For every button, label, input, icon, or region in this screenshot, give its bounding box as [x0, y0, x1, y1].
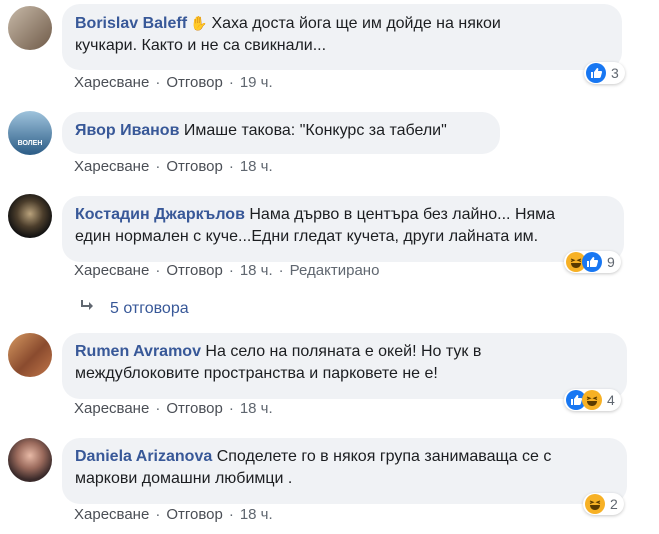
comment-actions: Харесване · Отговор · 18 ч. · Редактирано [74, 262, 379, 279]
dot-separator: · [228, 262, 234, 279]
comment-actions: Харесване · Отговор · 18 ч. [74, 158, 273, 175]
avatar-caption: ВОЛЕН [17, 140, 43, 147]
haha-reaction-icon [582, 390, 602, 410]
reply-link[interactable]: Отговор [166, 400, 223, 417]
comment-text: Имаше такова: "Конкурс за табели" [183, 122, 447, 139]
timestamp[interactable]: 18 ч. [240, 262, 273, 279]
avatar[interactable] [8, 438, 52, 482]
reaction-count: 2 [610, 496, 618, 512]
dot-separator: · [228, 158, 234, 175]
reaction-summary[interactable]: 2 [583, 493, 624, 515]
dot-separator: · [155, 158, 161, 175]
comment-text: Споделете го в някоя група занимаваща се… [216, 448, 552, 465]
comment-actions: Харесване · Отговор · 19 ч. [74, 74, 273, 91]
replies-count: 5 отговора [110, 299, 189, 317]
reply-link[interactable]: Отговор [166, 158, 223, 175]
reaction-count: 3 [611, 65, 619, 81]
dot-separator: · [155, 506, 161, 523]
timestamp[interactable]: 18 ч. [240, 400, 273, 417]
dot-separator: · [155, 74, 161, 91]
comment-author[interactable]: Rumen Avramov [75, 343, 201, 360]
reply-link[interactable]: Отговор [166, 506, 223, 523]
dot-separator: · [228, 400, 234, 417]
comment-text: Нама дърво в центъра без лайно... Няма [249, 206, 556, 223]
like-link[interactable]: Харесване [74, 74, 149, 91]
wave-hand-icon: ✋ [190, 15, 208, 31]
comment-author[interactable]: Явор Иванов [75, 122, 179, 139]
comment-author[interactable]: Borislav Baleff [75, 15, 187, 32]
avatar[interactable] [8, 6, 52, 50]
haha-reaction-icon [585, 494, 605, 514]
reaction-summary[interactable]: 3 [584, 62, 625, 84]
comment-text: На село на поляната е окей! Но тук в [205, 343, 482, 360]
comment-text: Хаха доста йога ще им дойде на някои [211, 15, 501, 32]
timestamp[interactable]: 19 ч. [240, 74, 273, 91]
reply-link[interactable]: Отговор [166, 262, 223, 279]
dot-separator: · [228, 74, 234, 91]
avatar[interactable] [8, 194, 52, 238]
comment-text-continued: маркови домашни любимци . [75, 470, 293, 487]
edited-label[interactable]: Редактирано [290, 262, 380, 279]
comment-bubble: Явор Иванов Имаше такова: "Конкурс за та… [62, 112, 500, 154]
like-link[interactable]: Харесване [74, 506, 149, 523]
dot-separator: · [278, 262, 284, 279]
like-link[interactable]: Харесване [74, 262, 149, 279]
comment-bubble: Rumen Avramov На село на поляната е окей… [62, 333, 627, 399]
reaction-summary[interactable]: 9 [564, 251, 621, 273]
comment-actions: Харесване · Отговор · 18 ч. [74, 400, 273, 417]
view-replies-link[interactable]: 5 отговора [80, 299, 189, 318]
like-reaction-icon [586, 63, 606, 83]
comment-text-continued: междублоковите пространства и парковете … [75, 365, 438, 382]
reply-arrow-icon [80, 299, 96, 318]
comment-author[interactable]: Daniela Arizanova [75, 448, 212, 465]
avatar[interactable]: ВОЛЕН [8, 111, 52, 155]
reaction-count: 9 [607, 254, 615, 270]
comment-actions: Харесване · Отговор · 18 ч. [74, 506, 273, 523]
comment-bubble: Костадин Джаркълов Нама дърво в центъра … [62, 196, 624, 262]
comment-text-continued: кучкари. Както и не са свикнали... [75, 37, 327, 54]
avatar[interactable] [8, 333, 52, 377]
comment-bubble: Daniela Arizanova Споделете го в някоя г… [62, 438, 627, 504]
reaction-summary[interactable]: 4 [564, 389, 621, 411]
comment-text-continued: един нормален с куче...Едни гледат кучет… [75, 228, 539, 245]
reaction-count: 4 [607, 392, 615, 408]
dot-separator: · [228, 506, 234, 523]
dot-separator: · [155, 262, 161, 279]
timestamp[interactable]: 18 ч. [240, 158, 273, 175]
like-reaction-icon [582, 252, 602, 272]
timestamp[interactable]: 18 ч. [240, 506, 273, 523]
dot-separator: · [155, 400, 161, 417]
comment-author[interactable]: Костадин Джаркълов [75, 206, 245, 223]
comment-bubble: Borislav Baleff ✋ Хаха доста йога ще им до… [62, 4, 622, 70]
like-link[interactable]: Харесване [74, 400, 149, 417]
like-link[interactable]: Харесване [74, 158, 149, 175]
reply-link[interactable]: Отговор [166, 74, 223, 91]
